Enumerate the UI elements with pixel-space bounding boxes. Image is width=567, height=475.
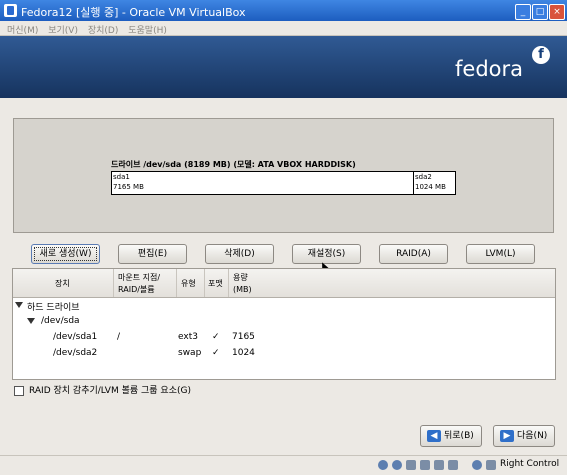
- column-type[interactable]: 유형: [177, 269, 205, 297]
- menu-devices[interactable]: 장치(D): [88, 23, 119, 36]
- tree-row-hard-drives[interactable]: 하드 드라이브: [13, 299, 555, 314]
- delete-button[interactable]: 삭제(D): [205, 244, 274, 264]
- reset-button[interactable]: 재설정(S): [292, 244, 361, 264]
- display-icon[interactable]: [448, 460, 458, 470]
- vm-statusbar: Right Control: [0, 455, 567, 475]
- menubar: 머신(M) 보기(V) 장치(D) 도움말(H): [0, 21, 567, 36]
- partition-size: 7165 MB: [113, 183, 144, 191]
- partition-segment-sda1[interactable]: sda1 7165 MB: [112, 172, 414, 194]
- lvm-button[interactable]: LVM(L): [466, 244, 535, 264]
- virtualbox-app-icon: [4, 4, 17, 17]
- expander-icon[interactable]: [15, 302, 23, 308]
- hide-raid-lvm-checkbox[interactable]: RAID 장치 감추기/LVM 볼륨 그룹 요소(G): [14, 383, 191, 396]
- host-key-icon: [486, 460, 496, 470]
- arrow-left-icon: ◀: [427, 430, 441, 442]
- harddisk-icon[interactable]: [378, 460, 388, 470]
- partition-segment-sda2[interactable]: sda2 1024 MB: [414, 172, 455, 194]
- partition-bar: sda1 7165 MB sda2 1024 MB: [111, 171, 456, 195]
- partition-table: 장치 마운트 지점/ RAID/볼륨 유형 포맷 용량 (MB) 하드 드라이브…: [12, 268, 556, 380]
- maximize-button[interactable]: □: [532, 4, 548, 20]
- edit-button[interactable]: 편집(E): [118, 244, 187, 264]
- group-label: 하드 드라이브: [27, 303, 80, 313]
- partition-size: 1024 MB: [415, 183, 446, 191]
- menu-machine[interactable]: 머신(M): [7, 23, 38, 36]
- drive-label: 드라이브 /dev/sda (8189 MB) (모델: ATA VBOX HA…: [111, 160, 356, 169]
- arrow-right-icon: ▶: [500, 430, 514, 442]
- column-format[interactable]: 포맷: [205, 269, 229, 297]
- checkbox-box[interactable]: [14, 385, 24, 396]
- raid-button[interactable]: RAID(A): [379, 244, 448, 264]
- menu-help[interactable]: 도움말(H): [128, 23, 167, 36]
- cdrom-icon[interactable]: [392, 460, 402, 470]
- fedora-logo-icon: f: [532, 46, 550, 64]
- partition-name: sda1: [113, 173, 130, 181]
- window-titlebar: Fedora12 [실행 중] - Oracle VM VirtualBox _…: [0, 0, 567, 21]
- table-header: 장치 마운트 지점/ RAID/볼륨 유형 포맷 용량 (MB): [13, 269, 555, 298]
- mouse-integration-icon[interactable]: [472, 460, 482, 470]
- shared-folder-icon[interactable]: [420, 460, 430, 470]
- column-mount[interactable]: 마운트 지점/ RAID/볼륨: [114, 269, 177, 297]
- checkbox-label: RAID 장치 감추기/LVM 볼륨 그룹 요소(G): [29, 386, 191, 396]
- host-key-label: Right Control: [500, 459, 560, 469]
- minimize-button[interactable]: _: [515, 4, 531, 20]
- close-button[interactable]: ×: [549, 4, 565, 20]
- format-check-icon: ✓: [212, 332, 220, 342]
- fedora-logo-text: fedora: [455, 57, 523, 81]
- partition-name: sda2: [415, 173, 432, 181]
- expander-icon[interactable]: [27, 318, 35, 324]
- window-title: Fedora12 [실행 중] - Oracle VM VirtualBox: [21, 6, 246, 19]
- create-button[interactable]: 새로 생성(W): [31, 244, 100, 264]
- next-button[interactable]: ▶ 다음(N): [493, 425, 555, 447]
- fedora-banner: fedora f: [0, 36, 567, 98]
- network-icon[interactable]: [434, 460, 444, 470]
- back-button[interactable]: ◀ 뒤로(B): [420, 425, 482, 447]
- usb-icon[interactable]: [406, 460, 416, 470]
- disk-overview-panel: 드라이브 /dev/sda (8189 MB) (모델: ATA VBOX HA…: [13, 118, 554, 233]
- table-row[interactable]: /dev/sda2 swap ✓ 1024: [13, 347, 555, 362]
- table-row[interactable]: /dev/sda1 / ext3 ✓ 7165: [13, 331, 555, 346]
- column-size[interactable]: 용량 (MB): [229, 269, 259, 297]
- format-check-icon: ✓: [212, 348, 220, 358]
- column-device[interactable]: 장치: [13, 269, 114, 297]
- tree-row-drive[interactable]: /dev/sda: [13, 315, 555, 330]
- menu-view[interactable]: 보기(V): [48, 23, 78, 36]
- drive-label: /dev/sda: [41, 316, 80, 326]
